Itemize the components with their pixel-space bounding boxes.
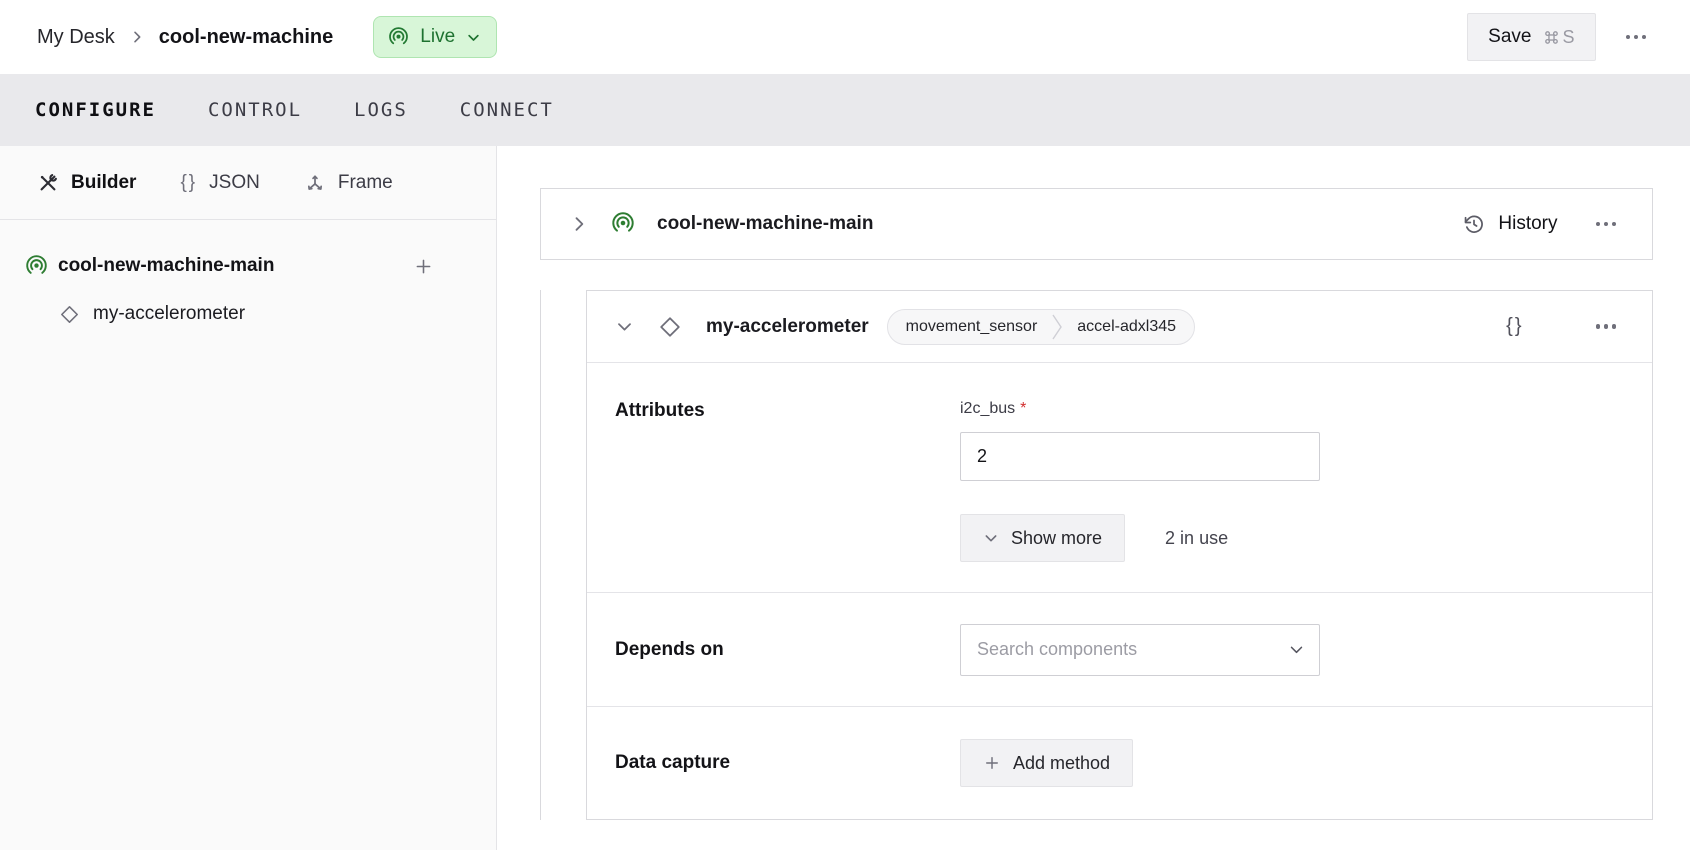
collapse-chevron-down-icon[interactable] — [615, 317, 634, 336]
component-diamond-icon — [658, 315, 682, 339]
required-asterisk: * — [1020, 400, 1026, 418]
history-icon — [1463, 213, 1485, 235]
attributes-form: i2c_bus * Show more 2 in use — [960, 399, 1320, 562]
tree-item-label: cool-new-machine-main — [58, 255, 274, 277]
broadcast-icon — [25, 255, 48, 278]
save-shortcut: S — [1543, 27, 1574, 48]
tab-configure[interactable]: CONFIGURE — [35, 99, 156, 121]
component-title: my-accelerometer — [706, 316, 869, 338]
machine-menu-button[interactable] — [1618, 27, 1655, 48]
broadcast-icon — [611, 212, 635, 236]
component-card-header: my-accelerometer movement_sensor accel-a… — [587, 291, 1652, 363]
chevron-down-icon — [983, 530, 999, 546]
config-sidebar: Builder {} JSON Frame — [0, 146, 497, 850]
tab-connect[interactable]: CONNECT — [460, 99, 554, 121]
expand-chevron-right-icon[interactable] — [569, 214, 589, 234]
data-capture-section-label: Data capture — [615, 752, 960, 774]
tab-logs[interactable]: LOGS — [354, 99, 408, 121]
mode-tab-json-label: JSON — [209, 172, 260, 194]
mode-tab-json[interactable]: {} JSON — [180, 172, 259, 194]
ellipsis-icon — [1596, 324, 1617, 329]
attributes-section: Attributes i2c_bus * Show — [587, 363, 1652, 593]
component-type-badge: movement_sensor accel-adxl345 — [887, 309, 1195, 345]
show-more-button[interactable]: Show more — [960, 514, 1125, 562]
chevron-down-icon — [466, 30, 481, 45]
save-button-label: Save — [1488, 26, 1531, 48]
component-card-wrapper: my-accelerometer movement_sensor accel-a… — [540, 290, 1653, 820]
component-card: my-accelerometer movement_sensor accel-a… — [586, 290, 1653, 820]
edit-json-button[interactable]: {} — [1506, 315, 1523, 338]
show-more-label: Show more — [1011, 528, 1102, 549]
broadcast-icon — [388, 27, 409, 48]
mode-tab-builder-label: Builder — [71, 172, 136, 194]
history-button[interactable]: History — [1463, 213, 1557, 235]
show-more-row: Show more 2 in use — [960, 514, 1320, 562]
tree-item-accelerometer[interactable]: my-accelerometer — [0, 290, 496, 338]
frame-axes-icon — [304, 172, 326, 194]
depends-on-select[interactable] — [960, 624, 1320, 676]
part-menu-button[interactable] — [1588, 214, 1625, 235]
tab-control[interactable]: CONTROL — [208, 99, 302, 121]
braces-icon: {} — [1506, 315, 1523, 337]
config-mode-tabs: Builder {} JSON Frame — [0, 146, 496, 220]
machine-part-tree: cool-new-machine-main my-accelerometer — [0, 220, 496, 338]
depends-on-search-input[interactable] — [977, 639, 1288, 660]
badge-divider-chevron-icon — [1050, 314, 1064, 340]
configure-page: Builder {} JSON Frame — [0, 146, 1690, 850]
i2c-bus-field-label: i2c_bus * — [960, 399, 1320, 418]
plus-icon — [413, 256, 434, 277]
data-capture-section: Data capture Add method — [587, 707, 1652, 819]
ellipsis-icon — [1626, 35, 1647, 40]
depends-on-section: Depends on — [587, 593, 1652, 707]
machine-status-label: Live — [420, 26, 455, 48]
history-button-label: History — [1498, 213, 1557, 235]
component-menu-button[interactable] — [1588, 316, 1625, 337]
command-icon — [1543, 29, 1560, 46]
tools-icon — [37, 172, 59, 194]
config-main-panel: cool-new-machine-main History — [497, 146, 1690, 850]
component-model: accel-adxl345 — [1064, 318, 1194, 336]
chevron-right-icon — [129, 29, 145, 45]
machine-status-dropdown[interactable]: Live — [373, 16, 497, 58]
breadcrumb-location-link[interactable]: My Desk — [37, 26, 115, 49]
plus-icon — [983, 754, 1001, 772]
braces-icon: {} — [180, 172, 197, 194]
component-subtype: movement_sensor — [888, 318, 1051, 336]
mode-tab-frame[interactable]: Frame — [304, 172, 393, 194]
machine-tab-bar: CONFIGURE CONTROL LOGS CONNECT — [0, 74, 1690, 146]
add-method-button[interactable]: Add method — [960, 739, 1133, 787]
depends-on-section-label: Depends on — [615, 639, 960, 661]
top-bar: My Desk cool-new-machine Live Save — [0, 0, 1690, 74]
ellipsis-icon — [1596, 222, 1617, 227]
mode-tab-builder[interactable]: Builder — [37, 172, 136, 194]
attributes-in-use-count: 2 in use — [1165, 528, 1228, 549]
mode-tab-frame-label: Frame — [338, 172, 393, 194]
attributes-section-label: Attributes — [615, 399, 960, 562]
machine-part-title: cool-new-machine-main — [657, 213, 873, 235]
tree-item-label: my-accelerometer — [93, 303, 245, 325]
add-component-button[interactable] — [413, 256, 434, 277]
add-method-label: Add method — [1013, 753, 1110, 774]
i2c-bus-input[interactable] — [960, 432, 1320, 481]
machine-part-card: cool-new-machine-main History — [540, 188, 1653, 260]
breadcrumb: My Desk cool-new-machine — [37, 26, 333, 49]
component-diamond-icon — [59, 304, 80, 325]
tree-item-main-part[interactable]: cool-new-machine-main — [0, 242, 496, 290]
field-label-text: i2c_bus — [960, 400, 1015, 418]
chevron-down-icon — [1288, 641, 1305, 658]
save-shortcut-key: S — [1562, 27, 1574, 48]
save-button[interactable]: Save S — [1467, 13, 1595, 61]
breadcrumb-machine-name: cool-new-machine — [159, 26, 333, 49]
